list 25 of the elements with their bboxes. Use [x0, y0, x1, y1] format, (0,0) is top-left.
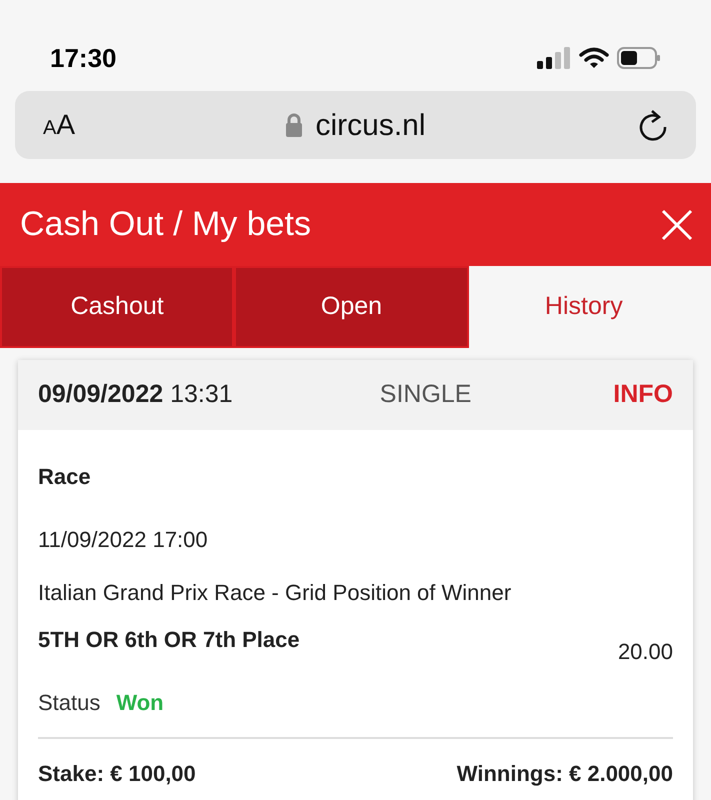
event-time: 11/09/2022 17:00	[38, 526, 209, 554]
market-name: Italian Grand Prix Race - Grid Position of Winner	[38, 579, 512, 607]
header-title: Cash Out / My bets	[20, 204, 311, 245]
url-text: circus.nl	[315, 108, 426, 144]
tab[interactable]: Open	[234, 266, 469, 348]
bet-type: SINGLE	[378, 379, 472, 410]
tab[interactable]: Cashout	[0, 266, 234, 348]
battery-icon	[617, 47, 661, 69]
status-value: Won	[116, 689, 164, 717]
wifi-icon	[579, 47, 609, 69]
bet-date: 09/09/2022 13:31	[38, 379, 234, 410]
close-icon[interactable]	[661, 208, 693, 240]
lock-icon	[285, 113, 304, 137]
selection-name: 5TH OR 6th OR 7th Place	[38, 626, 300, 654]
odds-value: 20.00	[618, 638, 673, 666]
event-type: Race	[38, 463, 92, 491]
stake-amount: Stake: € 100,00	[38, 760, 196, 788]
text-size-button[interactable]: AA	[43, 104, 133, 146]
status-label: Status	[38, 689, 100, 717]
winnings-amount: Winnings: € 2.000,00	[456, 760, 673, 788]
address-bar[interactable]: AA circus.nl	[15, 91, 696, 159]
signal-icon	[537, 47, 571, 69]
status-time: 17:30	[50, 42, 116, 74]
reload-icon[interactable]	[638, 109, 668, 141]
info-link[interactable]: INFO	[613, 376, 673, 414]
